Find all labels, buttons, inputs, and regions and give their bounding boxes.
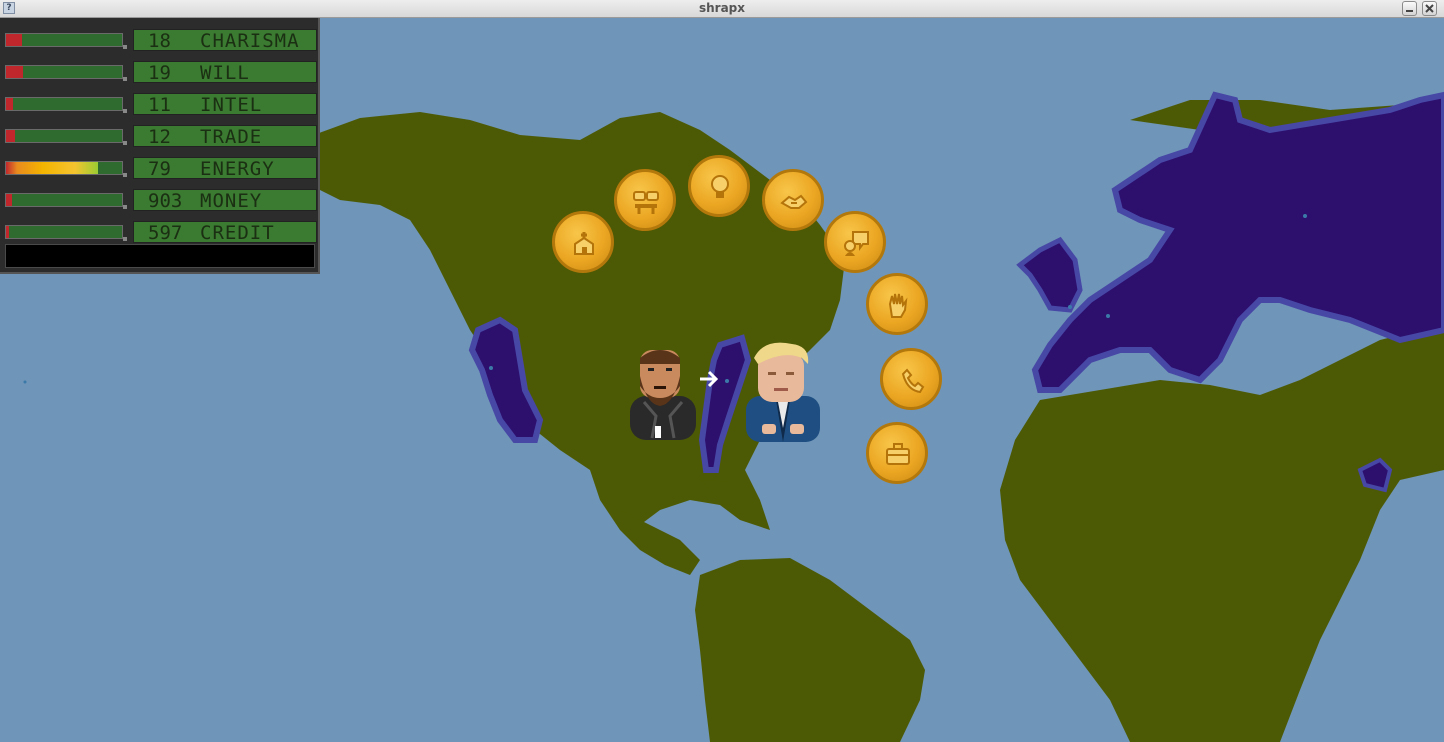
stat-row-intel: 11 INTEL — [3, 93, 317, 117]
stat-row-will: 19 WILL — [3, 61, 317, 85]
stat-bar-tick — [123, 141, 127, 145]
stat-row-energy: 79 ENERGY — [3, 157, 317, 181]
message-log — [5, 244, 315, 268]
player-avatar — [630, 350, 696, 440]
close-button[interactable] — [1422, 1, 1437, 16]
action-coin-call[interactable] — [880, 348, 942, 410]
action-coin-business[interactable] — [866, 422, 928, 484]
hand-icon — [888, 293, 908, 318]
stat-value: 18 — [148, 30, 171, 52]
action-coin-talk[interactable] — [824, 211, 886, 273]
stat-value: 19 — [148, 62, 171, 84]
stat-bar — [5, 65, 123, 79]
stat-value: 11 — [148, 94, 171, 116]
action-coin-idea[interactable] — [688, 155, 750, 217]
arrow-right-icon — [700, 370, 719, 388]
stat-bar-tick — [123, 45, 127, 49]
stat-bar-fill — [6, 66, 23, 78]
action-coin-meeting[interactable] — [614, 169, 676, 231]
stat-value-box: 12 TRADE — [133, 125, 317, 148]
stat-bar-tick — [123, 77, 127, 81]
stat-row-money: 903 MONEY — [3, 189, 317, 213]
action-coin-home[interactable] — [552, 211, 614, 273]
stat-name: INTEL — [200, 94, 263, 116]
stat-bar-tick — [123, 109, 127, 113]
stat-value-box: 19 WILL — [133, 61, 317, 84]
stat-bar-fill — [6, 98, 13, 110]
stat-bar-tick — [123, 237, 127, 241]
rival-avatar — [746, 342, 820, 442]
stat-bar — [5, 161, 123, 175]
stat-value: 903 — [148, 190, 183, 212]
stat-value-box: 11 INTEL — [133, 93, 317, 116]
handshake-icon — [780, 194, 808, 209]
lightbulb-icon — [711, 175, 729, 198]
action-coin-stop[interactable] — [866, 273, 928, 335]
stat-bar-tick — [123, 173, 127, 177]
stat-name: WILL — [200, 62, 250, 84]
window-titlebar[interactable]: ? shrapx — [0, 0, 1444, 18]
stat-bar — [5, 129, 123, 143]
stat-name: ENERGY — [200, 158, 275, 180]
stat-value: 597 — [148, 222, 183, 244]
stat-row-charisma: 18 CHARISMA — [3, 29, 317, 53]
stat-value-box: 18 CHARISMA — [133, 29, 317, 52]
stat-bar-fill — [6, 34, 22, 46]
stat-name: MONEY — [200, 190, 263, 212]
home-icon — [574, 232, 594, 255]
stat-bar-fill — [6, 226, 9, 238]
stat-bar-fill — [6, 130, 15, 142]
stat-value: 79 — [148, 158, 171, 180]
window-title: shrapx — [698, 1, 746, 15]
stat-bar — [5, 193, 123, 207]
stat-name: CHARISMA — [200, 30, 300, 52]
minimize-button[interactable] — [1402, 1, 1417, 16]
stat-name: CREDIT — [200, 222, 275, 244]
action-coin-deal[interactable] — [762, 169, 824, 231]
stat-bar — [5, 225, 123, 239]
stat-bar — [5, 97, 123, 111]
stat-bar-tick — [123, 205, 127, 209]
stat-value-box: 903 MONEY — [133, 189, 317, 212]
chat-icon — [844, 231, 869, 256]
stat-value-box: 597 CREDIT — [133, 221, 317, 244]
stat-bar — [5, 33, 123, 47]
meeting-icon — [633, 191, 659, 214]
stat-row-credit: 597 CREDIT — [3, 221, 317, 245]
player-character[interactable] — [626, 346, 700, 446]
stats-panel: 18 CHARISMA 19 WILL 11 INTEL 12 TRADE 79… — [0, 18, 320, 274]
stat-bar-fill — [6, 162, 98, 174]
stat-bar-fill — [6, 194, 12, 206]
stat-row-trade: 12 TRADE — [3, 125, 317, 149]
briefcase-icon — [886, 443, 910, 465]
stat-name: TRADE — [200, 126, 263, 148]
rival-character[interactable] — [744, 342, 822, 448]
stat-value: 12 — [148, 126, 171, 148]
phone-icon — [901, 368, 925, 394]
stat-value-box: 79 ENERGY — [133, 157, 317, 180]
